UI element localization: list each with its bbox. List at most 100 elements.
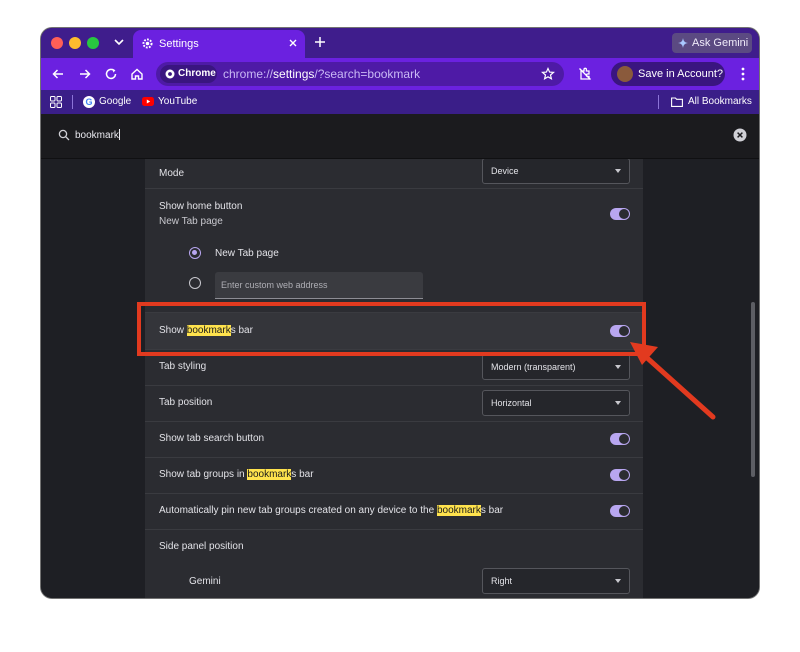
chip-label: Chrome — [178, 68, 216, 79]
bookmark-youtube-label: YouTube — [158, 96, 198, 107]
search-input-value: bookmark — [75, 130, 119, 141]
search-highlight: bookmark — [436, 505, 481, 516]
home-icon[interactable] — [130, 67, 144, 81]
save-in-account-label: Save in Account? — [638, 68, 724, 80]
custom-web-address-field[interactable] — [215, 272, 423, 299]
title-bar: Settings Ask Gemini — [41, 28, 759, 58]
url-host: settings — [273, 67, 315, 81]
tab-position-select[interactable]: Horizontal — [482, 390, 630, 416]
close-window-button[interactable] — [51, 37, 63, 49]
search-input[interactable]: bookmark — [75, 129, 120, 141]
all-bookmarks-button[interactable]: All Bookmarks — [671, 95, 752, 109]
gear-icon — [142, 38, 153, 49]
text-caret — [118, 129, 120, 140]
tab-styling-value: Modern (transparent) — [491, 362, 576, 372]
tab-search-label: Show tab search button — [159, 433, 265, 444]
home-button-label: Show home button — [159, 201, 243, 212]
tab-position-label: Tab position — [159, 397, 213, 408]
setting-row-tab-search: Show tab search button — [145, 421, 643, 458]
chrome-chip[interactable]: Chrome — [160, 65, 217, 83]
custom-web-address-input[interactable] — [215, 272, 423, 298]
auto-pin-label: Automatically pin new tab groups created… — [159, 505, 503, 516]
url-path: /?search=bookmark — [314, 67, 421, 81]
bookmark-google-label: Google — [99, 96, 132, 107]
label-text: s bar — [291, 469, 314, 480]
toolbar: Chrome chrome://settings/?search=bookmar… — [41, 58, 759, 90]
tab-search-toggle[interactable] — [610, 433, 630, 445]
bookmarks-bar: G Google YouTube All Bookmarks — [41, 90, 759, 114]
search-icon — [58, 129, 70, 141]
back-arrow-icon[interactable] — [51, 67, 65, 81]
dropdown-arrow-icon — [615, 579, 621, 583]
all-bookmarks-label: All Bookmarks — [688, 96, 752, 107]
bookmark-google[interactable]: G Google — [83, 95, 133, 109]
annotation-arrow-icon — [630, 342, 716, 420]
folder-icon — [671, 97, 683, 107]
new-tab-icon[interactable] — [313, 35, 327, 49]
address-bar[interactable]: Chrome chrome://settings/?search=bookmar… — [156, 62, 564, 86]
toggle-knob — [619, 209, 629, 219]
radio-custom-address[interactable] — [189, 277, 201, 289]
side-panel-label: Side panel position — [159, 541, 244, 552]
annotation-highlight-box — [137, 302, 646, 356]
tab-styling-label: Tab styling — [159, 361, 207, 372]
home-button-toggle[interactable] — [610, 208, 630, 220]
home-button-sublabel: New Tab page — [159, 216, 223, 227]
toggle-knob — [619, 434, 629, 444]
close-icon[interactable] — [287, 37, 299, 49]
auto-pin-toggle[interactable] — [610, 505, 630, 517]
gemini-label: Gemini — [189, 576, 221, 587]
tab-title: Settings — [159, 38, 199, 50]
setting-row-auto-pin: Automatically pin new tab groups created… — [145, 493, 643, 530]
tab-settings[interactable]: Settings — [133, 30, 305, 58]
forward-arrow-icon[interactable] — [78, 67, 92, 81]
gemini-position-select[interactable]: Right — [482, 568, 630, 594]
clear-search-icon[interactable] — [733, 128, 747, 142]
bookmark-star-icon[interactable] — [541, 67, 555, 81]
reload-icon[interactable] — [104, 67, 118, 81]
tab-styling-select[interactable]: Modern (transparent) — [482, 354, 630, 380]
settings-search-bar: bookmark — [41, 114, 759, 159]
apps-grid-icon[interactable] — [50, 96, 62, 108]
svg-text:G: G — [85, 97, 92, 107]
google-logo-icon: G — [83, 96, 95, 108]
scrollbar-thumb[interactable] — [751, 302, 755, 477]
gemini-sparkle-icon — [678, 38, 688, 48]
setting-row-mode: Mode Device — [145, 159, 643, 187]
save-in-account-button[interactable]: Save in Account? — [611, 62, 725, 86]
new-tab-page-option-label: New Tab page — [215, 248, 279, 259]
zoom-window-button[interactable] — [87, 37, 99, 49]
avatar — [617, 66, 633, 82]
toggle-knob — [619, 506, 629, 516]
gemini-position-value: Right — [491, 576, 513, 586]
ask-gemini-button[interactable]: Ask Gemini — [672, 33, 752, 53]
label-text: Automatically pin new tab groups created… — [159, 505, 437, 516]
mode-value: Device — [491, 166, 519, 176]
extensions-off-icon[interactable] — [578, 67, 592, 81]
toggle-knob — [619, 470, 629, 480]
dropdown-arrow-icon — [615, 169, 621, 173]
divider — [72, 95, 73, 109]
label-text: Show tab groups in — [159, 469, 248, 480]
radio-new-tab-page[interactable] — [189, 247, 201, 259]
url-prefix: chrome:// — [223, 67, 274, 81]
chrome-logo-icon — [165, 69, 175, 79]
ask-gemini-label: Ask Gemini — [692, 37, 749, 49]
setting-row-tab-groups: Show tab groups in bookmarks bar — [145, 457, 643, 494]
radio-dot — [192, 250, 197, 255]
more-menu-icon[interactable] — [736, 66, 750, 82]
appearance-card: Mode Device Show home button New Tab pag… — [145, 159, 643, 598]
chevron-down-icon[interactable] — [111, 34, 127, 50]
setting-row-side-panel: Side panel position Gemini Right — [145, 529, 643, 598]
url-text[interactable]: chrome://settings/?search=bookmark — [223, 67, 420, 81]
tab-groups-toggle[interactable] — [610, 469, 630, 481]
bookmark-youtube[interactable]: YouTube — [142, 95, 202, 109]
minimize-window-button[interactable] — [69, 37, 81, 49]
tab-position-value: Horizontal — [491, 398, 532, 408]
youtube-logo-icon — [142, 97, 154, 106]
mode-select[interactable]: Device — [482, 159, 630, 184]
divider — [658, 95, 659, 109]
tab-groups-label: Show tab groups in bookmarks bar — [159, 469, 314, 480]
search-highlight: bookmark — [247, 469, 292, 480]
label-text: s bar — [480, 505, 504, 516]
